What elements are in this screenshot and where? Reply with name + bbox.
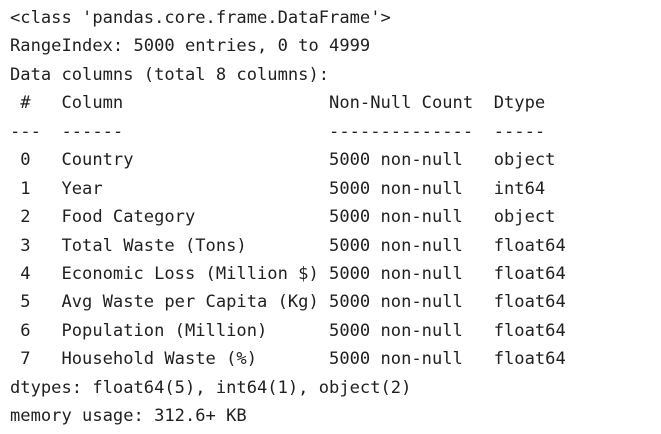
table-header-row: # Column Non-Null Count Dtype [10, 93, 566, 114]
class-line: <class 'pandas.core.frame.DataFrame'> [10, 8, 391, 28]
table-row: 5 Avg Waste per Capita (Kg) 5000 non-nul… [10, 292, 566, 313]
table-row: 1 Year 5000 non-null int64 [10, 178, 566, 199]
table-row: 4 Economic Loss (Million $) 5000 non-nul… [10, 263, 566, 284]
table-row: 0 Country 5000 non-null object [10, 150, 566, 171]
dtypes-summary-line: dtypes: float64(5), int64(1), object(2) [10, 377, 412, 398]
table-row: 7 Household Waste (%) 5000 non-null floa… [10, 349, 566, 370]
table-row: 3 Total Waste (Tons) 5000 non-null float… [10, 235, 566, 256]
table-row: 2 Food Category 5000 non-null object [10, 207, 566, 228]
table-header-divider: --- ------ -------------- ----- [10, 121, 566, 142]
memory-usage-line: memory usage: 312.6+ KB [10, 406, 247, 427]
table-row: 6 Population (Million) 5000 non-null flo… [10, 320, 566, 341]
range-index-line: RangeIndex: 5000 entries, 0 to 4999 [10, 36, 371, 57]
data-columns-line: Data columns (total 8 columns): [10, 64, 330, 85]
dataframe-info-output: <class 'pandas.core.frame.DataFrame'> Ran… [10, 4, 566, 431]
